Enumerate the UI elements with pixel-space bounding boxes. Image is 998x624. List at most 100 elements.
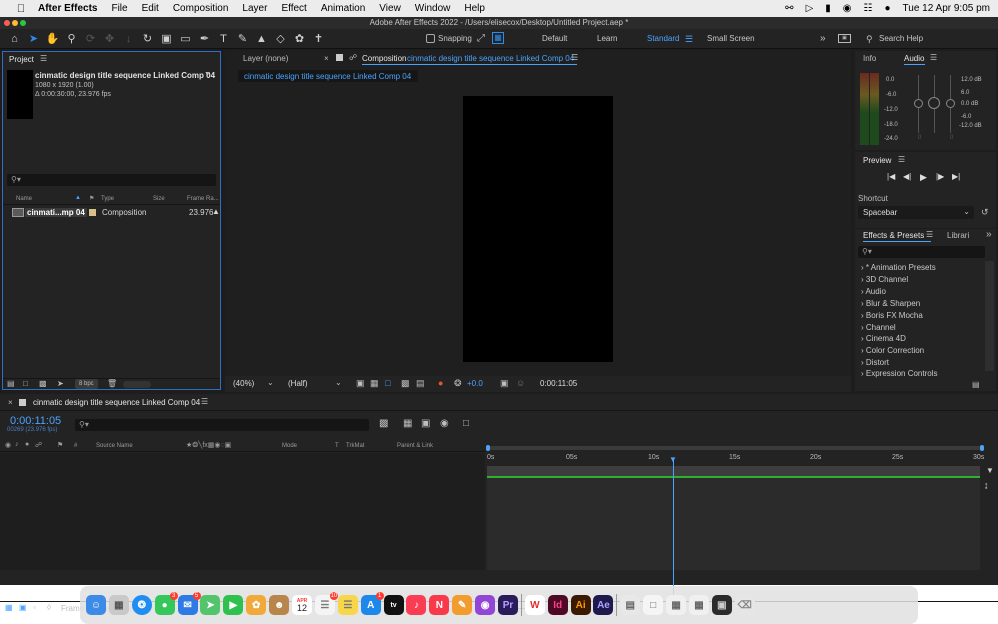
guides-icon[interactable]: ▤ [416, 378, 425, 389]
lock-toggle-icon[interactable]: ☍ [35, 441, 42, 449]
workspace-menu-icon[interactable]: ☰ [685, 29, 693, 49]
work-area-bar[interactable] [487, 446, 980, 450]
effects-presets-tab[interactable]: Effects & Presets [863, 231, 924, 240]
trash-icon[interactable]: ⌫ [734, 595, 755, 615]
lock-icon[interactable]: ☍ [349, 53, 357, 62]
fast-previews-icon[interactable]: ▣ [356, 378, 365, 389]
messages-icon[interactable]: ● 3 [154, 592, 178, 615]
workspace-learn[interactable]: Learn [597, 29, 617, 49]
snap-grid-icon[interactable]: ▦ [492, 32, 504, 44]
graph-editor-icon[interactable]: □ [463, 418, 469, 429]
brush-tool-icon[interactable]: ✎ [233, 31, 252, 47]
effect-category-boris-fx-mocha[interactable]: › Boris FX Mocha [861, 311, 923, 320]
layer-list[interactable] [0, 453, 485, 570]
col-mode[interactable]: Mode [282, 443, 297, 449]
effect-category-distort[interactable]: › Distort [861, 358, 889, 367]
clock[interactable]: Tue 12 Apr 9:05 pm [903, 3, 990, 14]
snap-options-icon[interactable]: ⤢ [477, 29, 485, 49]
more-tabs-icon[interactable]: » [986, 229, 992, 240]
play-icon[interactable]: ▶ [920, 172, 927, 183]
safari-icon[interactable]: ❂ [131, 595, 152, 615]
mail-icon[interactable]: ✉ 5 [177, 592, 201, 615]
audio-tab[interactable]: Audio [904, 54, 924, 63]
menu-help[interactable]: Help [464, 3, 485, 14]
row-name[interactable]: cinmati...mp 04 [25, 208, 87, 217]
transfer-controls-toggle-icon[interactable]: ▣ [19, 603, 27, 612]
comp-end-marker-icon[interactable]: ▼ [986, 466, 994, 475]
dolly-tool-icon[interactable]: ↓ [119, 31, 138, 47]
app-menu[interactable]: After Effects [38, 3, 97, 14]
effect-category-blur-sharpen[interactable]: › Blur & Sharpen [861, 299, 920, 308]
preview-tab[interactable]: Preview [863, 156, 891, 165]
panel-layout-icon[interactable]: ▣ [838, 34, 851, 43]
snapping-checkbox[interactable] [426, 34, 435, 43]
libraries-tab[interactable]: Librari [947, 231, 969, 240]
pen-tool-icon[interactable]: ✒ [195, 31, 214, 47]
timeline-search-input[interactable]: ⚲▾ [75, 419, 369, 431]
effects-scrollbar[interactable] [985, 261, 994, 371]
pan-tool-icon[interactable]: ✥ [100, 31, 119, 47]
home-icon[interactable]: ⌂ [5, 31, 24, 47]
apple-menu-icon[interactable]:  [14, 3, 28, 15]
hand-tool-icon[interactable]: ✋ [43, 31, 62, 47]
news-icon[interactable]: N [429, 595, 450, 615]
solo-toggle-icon[interactable]: ● [25, 441, 29, 448]
preview-icon[interactable]: ▤ [620, 595, 641, 615]
menu-effect[interactable]: Effect [281, 3, 306, 14]
tv-icon[interactable]: tv [383, 595, 404, 615]
reminders-icon[interactable]: ☰ 10 [314, 592, 338, 615]
effect-category-cinema-4d[interactable]: › Cinema 4D [861, 334, 906, 343]
menu-window[interactable]: Window [415, 3, 451, 14]
panel-menu-icon[interactable]: ☰ [930, 53, 937, 62]
new-preset-icon[interactable]: ▤ [972, 380, 980, 389]
menu-file[interactable]: File [111, 3, 127, 14]
project-row[interactable]: cinmati...mp 04 Composition 23.976 ▲ [3, 207, 220, 219]
col-parent-link[interactable]: Parent & Link [397, 443, 433, 449]
eraser-tool-icon[interactable]: ◇ [271, 31, 290, 47]
siri-icon[interactable]: ● [884, 3, 890, 14]
layer-tab[interactable]: Layer (none) [243, 54, 288, 63]
control-center-icon[interactable]: ☷ [864, 3, 873, 14]
menu-edit[interactable]: Edit [142, 3, 159, 14]
orbit-tool-icon[interactable]: ⟳ [81, 31, 100, 47]
zoom-chevron-down-icon[interactable]: ⌄ [267, 378, 274, 387]
zoom-window-button[interactable] [20, 20, 26, 26]
comp-mini-flowchart-icon[interactable]: ▩ [379, 418, 388, 429]
play-status-icon[interactable]: ▷ [806, 3, 814, 14]
workspace-small-screen[interactable]: Small Screen [707, 29, 755, 49]
resolution-dropdown[interactable]: (Half) [288, 379, 308, 388]
workspace-standard[interactable]: Standard [647, 29, 679, 49]
rotate-tool-icon[interactable]: ↻ [138, 31, 157, 47]
col-source-name[interactable]: Source Name [96, 443, 133, 449]
effect-category-3d-channel[interactable]: › 3D Channel [861, 275, 908, 284]
label-tag-icon[interactable]: ⚑ [89, 195, 94, 202]
draft-3d-icon[interactable]: ▦ [403, 418, 412, 429]
podcasts-icon[interactable]: ◉ [475, 595, 496, 615]
maps-icon[interactable]: ➤ [200, 595, 221, 615]
snapshot-camera-icon[interactable]: ▣ [500, 378, 509, 389]
current-time-display[interactable]: 0:00:11:05 [540, 379, 577, 388]
region-of-interest-icon[interactable]: ▩ [401, 378, 410, 389]
photos-icon[interactable]: ✿ [246, 595, 267, 615]
in-out-toggle-icon[interactable]: ▫ [33, 603, 36, 612]
render-time-toggle-icon[interactable]: ◊ [47, 603, 51, 612]
col-size[interactable]: Size [153, 196, 165, 202]
first-frame-icon[interactable]: |◀ [887, 172, 895, 181]
search-icon[interactable]: ⚲ [866, 29, 873, 49]
shortcut-dropdown[interactable]: Spacebar ⌄ [858, 206, 974, 219]
battery-icon[interactable]: ▮ [825, 3, 831, 14]
menu-layer[interactable]: Layer [242, 3, 267, 14]
illustrator-icon[interactable]: Ai [570, 595, 591, 615]
effect-category-animation-presets[interactable]: › * Animation Presets [861, 263, 936, 272]
audio-toggle-icon[interactable]: ♪ [15, 441, 19, 448]
show-snapshot-icon[interactable]: ☺ [516, 378, 525, 388]
interpret-footage-icon[interactable]: ▤ [7, 379, 15, 388]
facetime-icon[interactable]: ▶ [223, 595, 244, 615]
effect-category-channel[interactable]: › Channel [861, 323, 896, 332]
zoom-tool-icon[interactable]: ⚲ [62, 31, 81, 47]
layer-switches-toggle-icon[interactable]: ▦ [5, 603, 13, 612]
close-tab-icon[interactable]: × [324, 54, 329, 63]
playhead-handle[interactable]: ▼ [669, 455, 677, 464]
resolution-chevron-down-icon[interactable]: ⌄ [335, 378, 342, 387]
composition-tab-prefix[interactable]: Composition [362, 54, 406, 63]
